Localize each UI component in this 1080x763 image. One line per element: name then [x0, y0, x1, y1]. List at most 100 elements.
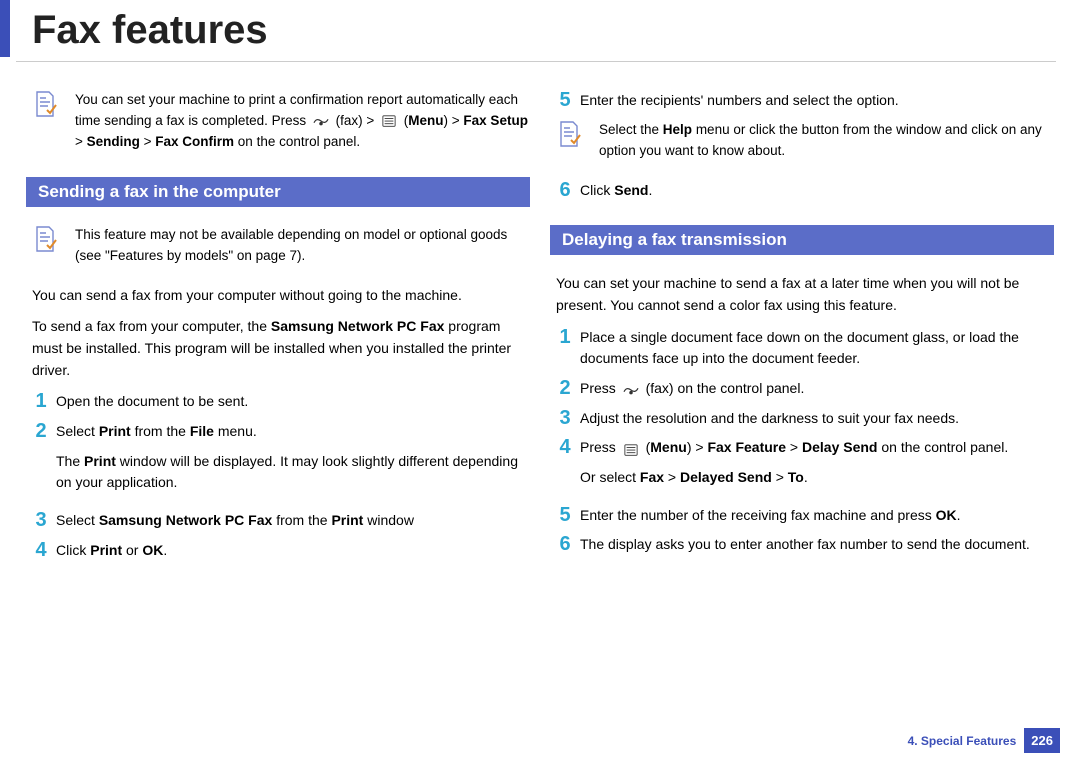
text: Or select — [580, 469, 640, 485]
text: . — [957, 507, 961, 523]
sending-label: Sending — [87, 134, 140, 149]
step-number: 3 — [550, 408, 580, 428]
text: on the control panel. — [877, 439, 1008, 455]
text: Press — [580, 380, 620, 396]
page-footer: 4. Special Features 226 — [908, 728, 1060, 753]
note-text: ) > — [444, 113, 464, 128]
print-label: Print — [90, 542, 122, 558]
body-paragraph: To send a fax from your computer, the Sa… — [32, 316, 530, 381]
fax-feature-label: Fax Feature — [707, 439, 786, 455]
step-number: 2 — [26, 421, 56, 441]
delay-send-label: Delay Send — [802, 439, 877, 455]
step-2: 2 Select Print from the File menu. The P… — [26, 421, 530, 502]
step-body: Open the document to be sent. — [56, 391, 530, 413]
fax-confirm-label: Fax Confirm — [155, 134, 234, 149]
step-number: 6 — [550, 534, 580, 554]
title-divider — [16, 61, 1056, 62]
step-number: 4 — [26, 540, 56, 560]
text: from the — [272, 512, 331, 528]
print-label: Print — [99, 423, 131, 439]
step-5: 5 Enter the recipients' numbers and sele… — [550, 90, 1054, 112]
fax-icon — [312, 114, 330, 128]
text: > — [664, 469, 680, 485]
file-label: File — [190, 423, 214, 439]
step-number: 6 — [550, 180, 580, 200]
step-body: Enter the recipients' numbers and select… — [580, 90, 1054, 112]
step-number: 1 — [26, 391, 56, 411]
text: Select — [56, 512, 99, 528]
text: (fax) on the control panel. — [646, 380, 805, 396]
step-4: 4 Click Print or OK. — [26, 540, 530, 562]
step-body: Click Print or OK. — [56, 540, 530, 562]
text: from the — [131, 423, 190, 439]
text: Click — [580, 182, 614, 198]
text: Click — [56, 542, 90, 558]
fax-label: Fax — [640, 469, 664, 485]
text: . — [804, 469, 808, 485]
menu-label: Menu — [408, 113, 443, 128]
note-text: > — [140, 134, 155, 149]
send-label: Send — [614, 182, 648, 198]
to-label: To — [788, 469, 804, 485]
note-confirmation-report: You can set your machine to print a conf… — [26, 90, 530, 153]
text: Press — [580, 439, 620, 455]
fax-setup-label: Fax Setup — [463, 113, 528, 128]
text: menu. — [214, 423, 257, 439]
print-label: Print — [84, 453, 116, 469]
fax-icon — [622, 382, 640, 396]
delay-step-1: 1 Place a single document face down on t… — [550, 327, 1054, 370]
step-body: Place a single document face down on the… — [580, 327, 1054, 370]
note-text: This feature may not be available depend… — [75, 227, 507, 263]
note-icon — [33, 225, 57, 253]
step-body: Select Print from the File menu. The Pri… — [56, 421, 530, 502]
text: The — [56, 453, 84, 469]
step-body: Enter the number of the receiving fax ma… — [580, 505, 1054, 527]
body-paragraph: You can send a fax from your computer wi… — [32, 285, 530, 307]
step-1: 1 Open the document to be sent. — [26, 391, 530, 413]
text: . — [163, 542, 167, 558]
delay-step-5: 5 Enter the number of the receiving fax … — [550, 505, 1054, 527]
text: . — [648, 182, 652, 198]
text: Enter the number of the receiving fax ma… — [580, 507, 936, 523]
step-number: 4 — [550, 437, 580, 457]
ok-label: OK — [936, 507, 957, 523]
step-body: Select Samsung Network PC Fax from the P… — [56, 510, 530, 532]
text: ) > — [687, 439, 708, 455]
delay-step-2: 2 Press (fax) on the control panel. — [550, 378, 1054, 400]
note-text: > — [75, 134, 87, 149]
text: window — [363, 512, 414, 528]
text: Select the — [599, 122, 663, 137]
note-text: (fax) > — [336, 113, 378, 128]
menu-icon — [380, 114, 398, 128]
delay-step-3: 3 Adjust the resolution and the darkness… — [550, 408, 1054, 430]
print-label: Print — [331, 512, 363, 528]
text: > — [786, 439, 802, 455]
step-3: 3 Select Samsung Network PC Fax from the… — [26, 510, 530, 532]
step-number: 1 — [550, 327, 580, 347]
note-help-menu: Select the Help menu or click the button… — [550, 120, 1054, 162]
text: To send a fax from your computer, the — [32, 318, 271, 334]
step-body: Press (fax) on the control panel. — [580, 378, 1054, 400]
chapter-label: 4. Special Features — [908, 734, 1017, 748]
menu-icon — [622, 442, 640, 456]
step-number: 3 — [26, 510, 56, 530]
section-heading-delaying: Delaying a fax transmission — [550, 225, 1054, 255]
left-column: You can set your machine to print a conf… — [16, 82, 540, 569]
delay-step-4: 4 Press (Menu) > Fax Feature > Delay Sen… — [550, 437, 1054, 496]
page-title: Fax features — [0, 0, 1080, 57]
note-icon — [33, 90, 57, 118]
program-name: Samsung Network PC Fax — [99, 512, 273, 528]
step-6: 6 Click Send. — [550, 180, 1054, 202]
note-feature-availability: This feature may not be available depend… — [26, 225, 530, 267]
step-number: 2 — [550, 378, 580, 398]
help-label: Help — [663, 122, 692, 137]
program-name: Samsung Network PC Fax — [271, 318, 445, 334]
delay-step-6: 6 The display asks you to enter another … — [550, 534, 1054, 556]
text: > — [772, 469, 788, 485]
content-columns: You can set your machine to print a conf… — [0, 82, 1080, 569]
text: window will be displayed. It may look sl… — [56, 453, 518, 491]
text: Select — [56, 423, 99, 439]
ok-label: OK — [142, 542, 163, 558]
note-icon — [557, 120, 581, 148]
step-number: 5 — [550, 505, 580, 525]
